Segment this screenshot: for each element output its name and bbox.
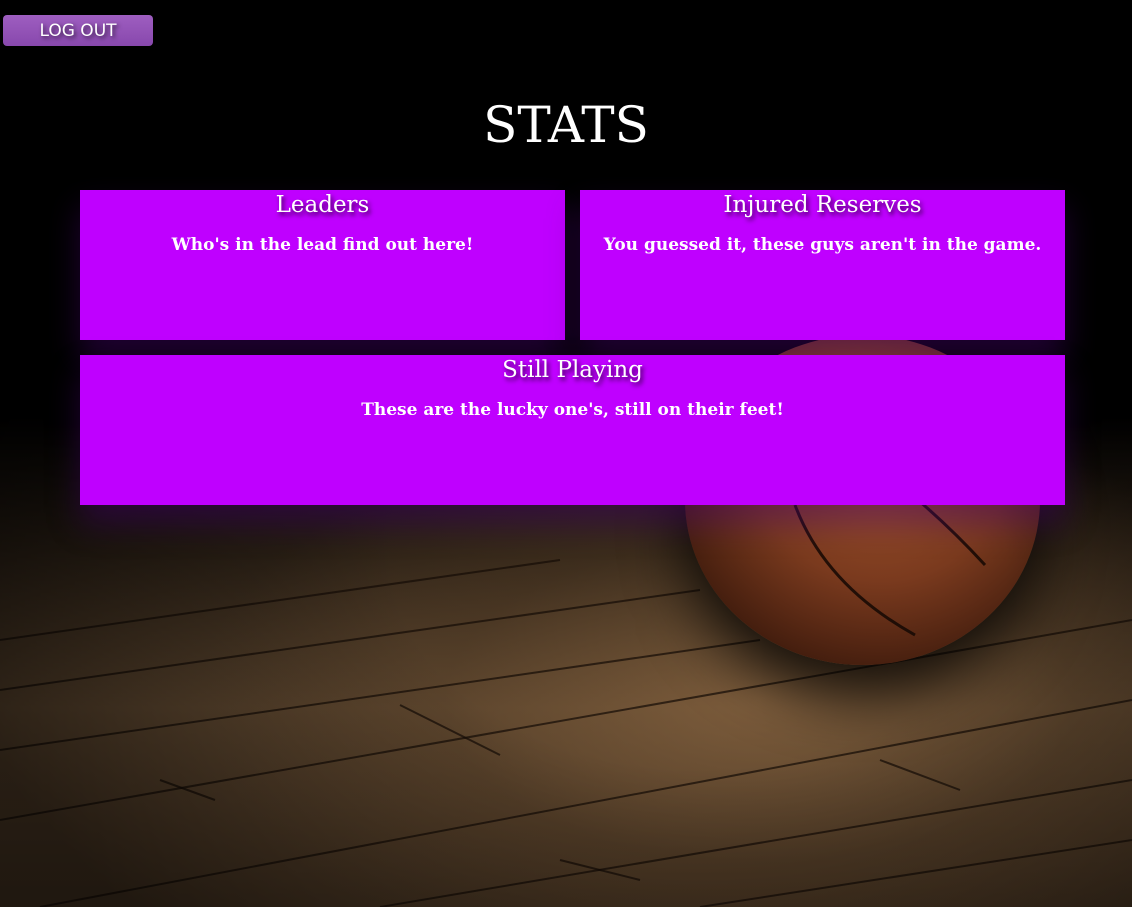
injured-reserves-heading: Injured Reserves <box>723 192 922 218</box>
still-playing-description: These are the lucky one's, still on thei… <box>361 400 784 420</box>
leaders-heading: Leaders <box>275 192 370 218</box>
injured-reserves-description: You guessed it, these guys aren't in the… <box>603 235 1042 255</box>
page-title: STATS <box>483 96 649 154</box>
still-playing-heading: Still Playing <box>502 357 643 383</box>
leaders-description: Who's in the lead find out here! <box>171 235 474 255</box>
still-playing-panel[interactable]: Still Playing These are the lucky one's,… <box>80 355 1065 505</box>
injured-reserves-panel[interactable]: Injured Reserves You guessed it, these g… <box>580 190 1065 340</box>
leaders-panel[interactable]: Leaders Who's in the lead find out here! <box>80 190 565 340</box>
logout-button[interactable]: LOG OUT <box>3 15 153 46</box>
